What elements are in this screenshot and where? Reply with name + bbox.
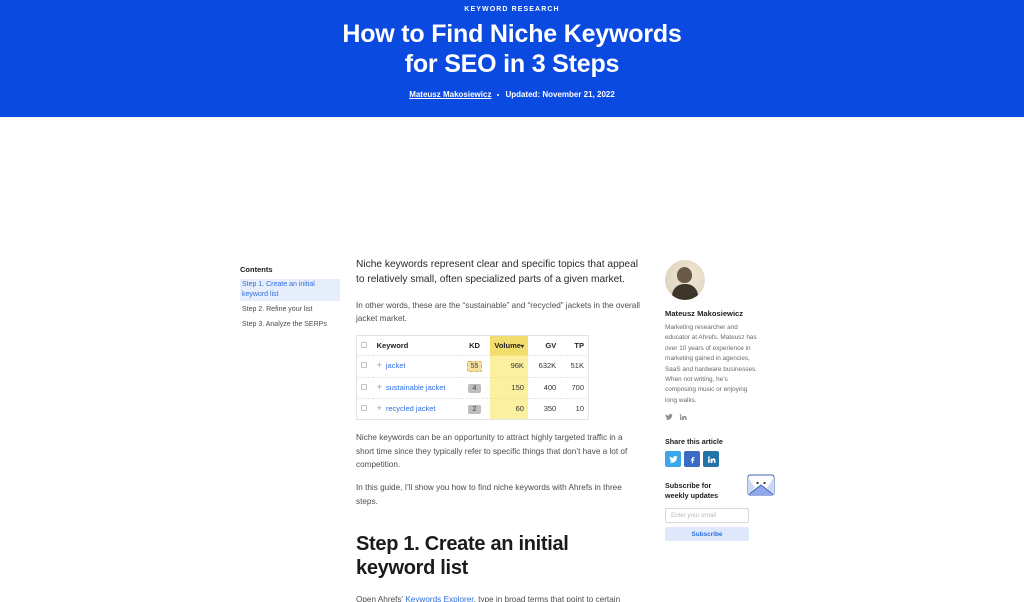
table-row: + recycled jacket 2 60 350 10 [356,398,589,420]
column-header-volume[interactable]: Volume▾ [489,335,528,356]
page-title-line1: How to Find Niche Keywords [342,20,682,48]
select-all-header[interactable] [357,336,373,356]
row-volume-cell: 150 [489,377,528,399]
row-keyword-cell: + sustainable jacket [373,378,460,399]
row-kd-cell: 55 [459,356,489,378]
row-volume-cell: 60 [489,398,528,420]
keyword-link[interactable]: sustainable jacket [386,383,446,393]
article-paragraph-3: Niche keywords can be an opportunity to … [356,433,628,469]
column-header-tp[interactable]: TP [560,336,588,356]
subscribe-title: Subscribe for weekly updates [665,481,719,501]
row-select-cell[interactable] [357,399,373,420]
toc-item-step-3[interactable]: Step 3. Analyze the SERPs [240,319,340,331]
avatar [665,260,705,300]
keyword-link[interactable]: jacket [386,361,406,371]
keyword-link[interactable]: recycled jacket [386,404,436,414]
row-tp-cell: 10 [575,404,584,414]
article-lead-paragraph: Niche keywords represent clear and speci… [356,259,639,286]
meta-separator-dot [497,93,500,96]
share-article-title: Share this article [665,437,723,446]
share-twitter-button[interactable] [665,451,681,467]
sort-descending-caret-icon: ▾ [520,344,524,351]
row-gv-cell: 400 [543,383,557,393]
kd-badge: 55 [466,361,483,373]
column-header-volume-label: Volume [494,341,521,351]
header-eyebrow: KEYWORD RESEARCH [464,6,560,13]
contents-title: Contents [240,265,273,274]
expand-plus-icon[interactable]: + [377,383,382,392]
row-gv-cell: 632K [538,361,557,371]
row-kd-cell: 2 [459,399,489,420]
column-header-kd[interactable]: KD [459,336,489,356]
row-select-cell[interactable] [357,378,373,399]
twitter-icon[interactable] [665,413,673,423]
header-updated-date: Updated: November 21, 2022 [505,90,615,99]
kd-badge: 2 [467,405,481,415]
author-bio: Marketing researcher and educator at Ahr… [665,324,758,404]
article-paragraph-4: In this guide, I’ll show you how to find… [356,483,622,506]
row-keyword-cell: + recycled jacket [373,399,460,420]
table-row: + sustainable jacket 4 150 400 700 [356,377,589,399]
step1-text-a: Open Ahrefs’ [356,594,406,602]
avatar-body-shape [672,284,698,300]
checkbox-icon[interactable] [361,342,367,349]
share-linkedin-button[interactable] [703,451,719,467]
subscribe-section: Subscribe for weekly updates Enter your … [665,474,775,542]
row-kd-cell: 4 [459,378,489,399]
page-title: How to Find Niche Keywords for SEO in 3 … [342,20,681,79]
contents-sidebar: Contents Step 1. Create an initial keywo… [240,265,340,335]
author-sidebar: Mateusz Makosiewicz Marketing researcher… [665,260,775,542]
email-field[interactable]: Enter your email [665,508,749,524]
table-header-row: Keyword KD Volume▾ GV TP [357,335,589,356]
share-buttons [665,451,757,467]
page-body: Contents Step 1. Create an initial keywo… [0,117,1024,602]
page-header: KEYWORD RESEARCH How to Find Niche Keywo… [0,0,1024,117]
expand-plus-icon[interactable]: + [377,361,382,370]
step1-paragraph: Open Ahrefs’ Keywords Explorer, type in … [356,593,643,602]
article-content: Niche keywords represent clear and speci… [356,257,643,602]
author-name: Mateusz Makosiewicz [665,309,744,318]
row-volume-cell: 96K [489,355,528,378]
envelope-icon [745,473,777,498]
checkbox-icon[interactable] [361,384,367,391]
article-paragraph-2: In other words, these are the “sustainab… [356,300,640,323]
keyword-metrics-table: Keyword KD Volume▾ GV TP + jacket 55 96K… [356,335,589,421]
row-keyword-cell: + jacket [373,356,460,378]
column-header-keyword[interactable]: Keyword [373,336,460,356]
kd-badge: 4 [467,384,481,394]
keywords-explorer-link[interactable]: Keywords Explorer [405,595,473,602]
toc-item-step-1[interactable]: Step 1. Create an initial keyword list [240,279,340,302]
checkbox-icon[interactable] [361,362,367,369]
toc-item-step-2[interactable]: Step 2. Refine your list [240,304,340,316]
share-facebook-button[interactable] [684,451,700,467]
row-tp-cell: 700 [571,383,584,393]
section-heading-step-1: Step 1. Create an initial keyword list [356,532,569,579]
linkedin-icon[interactable] [679,413,687,423]
page-title-line2: for SEO in 3 Steps [404,49,620,78]
subscribe-button[interactable]: Subscribe [665,527,749,542]
table-row: + jacket 55 96K 632K 51K [356,355,589,378]
avatar-head-shape [677,267,692,283]
author-social-links [665,413,757,423]
row-gv-cell: 350 [543,404,557,414]
header-author-link[interactable]: Mateusz Makosiewicz [409,90,491,99]
column-header-gv[interactable]: GV [528,336,560,356]
row-select-cell[interactable] [357,356,373,378]
row-tp-cell: 51K [570,361,584,371]
expand-plus-icon[interactable]: + [377,404,382,413]
checkbox-icon[interactable] [361,405,367,412]
header-meta: Mateusz Makosiewicz Updated: November 21… [409,90,615,99]
